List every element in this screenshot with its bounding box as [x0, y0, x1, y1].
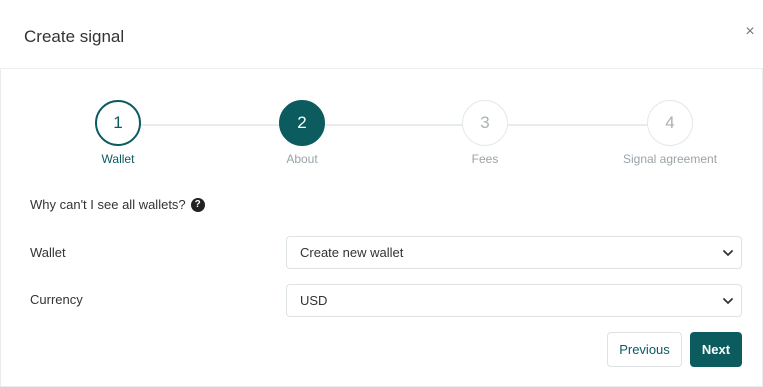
step-number: 4: [647, 100, 693, 146]
question-circle-icon[interactable]: ?: [190, 197, 205, 212]
stepper: 1 Wallet 2 About 3 Fees 4 Signal agreeme…: [0, 100, 763, 170]
step-number: 2: [279, 100, 325, 146]
currency-select-value: USD: [300, 293, 328, 308]
chevron-down-icon: [723, 250, 733, 256]
step-wallet[interactable]: 1 Wallet: [48, 100, 188, 166]
step-label: Signal agreement: [622, 152, 718, 166]
currency-select[interactable]: USD: [286, 284, 742, 317]
modal-header: Create signal ×: [0, 0, 763, 69]
step-fees[interactable]: 3 Fees: [415, 100, 555, 166]
step-label: Wallet: [101, 152, 135, 166]
create-signal-modal: Create signal × 1 Wallet 2 About 3 Fees …: [0, 0, 763, 387]
step-label: Fees: [471, 152, 499, 166]
next-button[interactable]: Next: [690, 332, 742, 367]
previous-button[interactable]: Previous: [607, 332, 682, 367]
close-icon[interactable]: ×: [743, 24, 757, 40]
wallet-label: Wallet: [30, 245, 66, 260]
modal-title: Create signal: [24, 27, 125, 46]
step-label: About: [286, 152, 318, 166]
help-label: Why can't I see all wallets?: [30, 197, 186, 212]
step-number: 1: [95, 100, 141, 146]
step-signal-agreement[interactable]: 4 Signal agreement: [600, 100, 740, 166]
currency-label: Currency: [30, 292, 83, 307]
wallet-help-text: Why can't I see all wallets? ?: [30, 197, 205, 212]
step-about[interactable]: 2 About: [232, 100, 372, 166]
step-number: 3: [462, 100, 508, 146]
wallet-select-value: Create new wallet: [300, 245, 404, 260]
chevron-down-icon: [723, 298, 733, 304]
wallet-select[interactable]: Create new wallet: [286, 236, 742, 269]
